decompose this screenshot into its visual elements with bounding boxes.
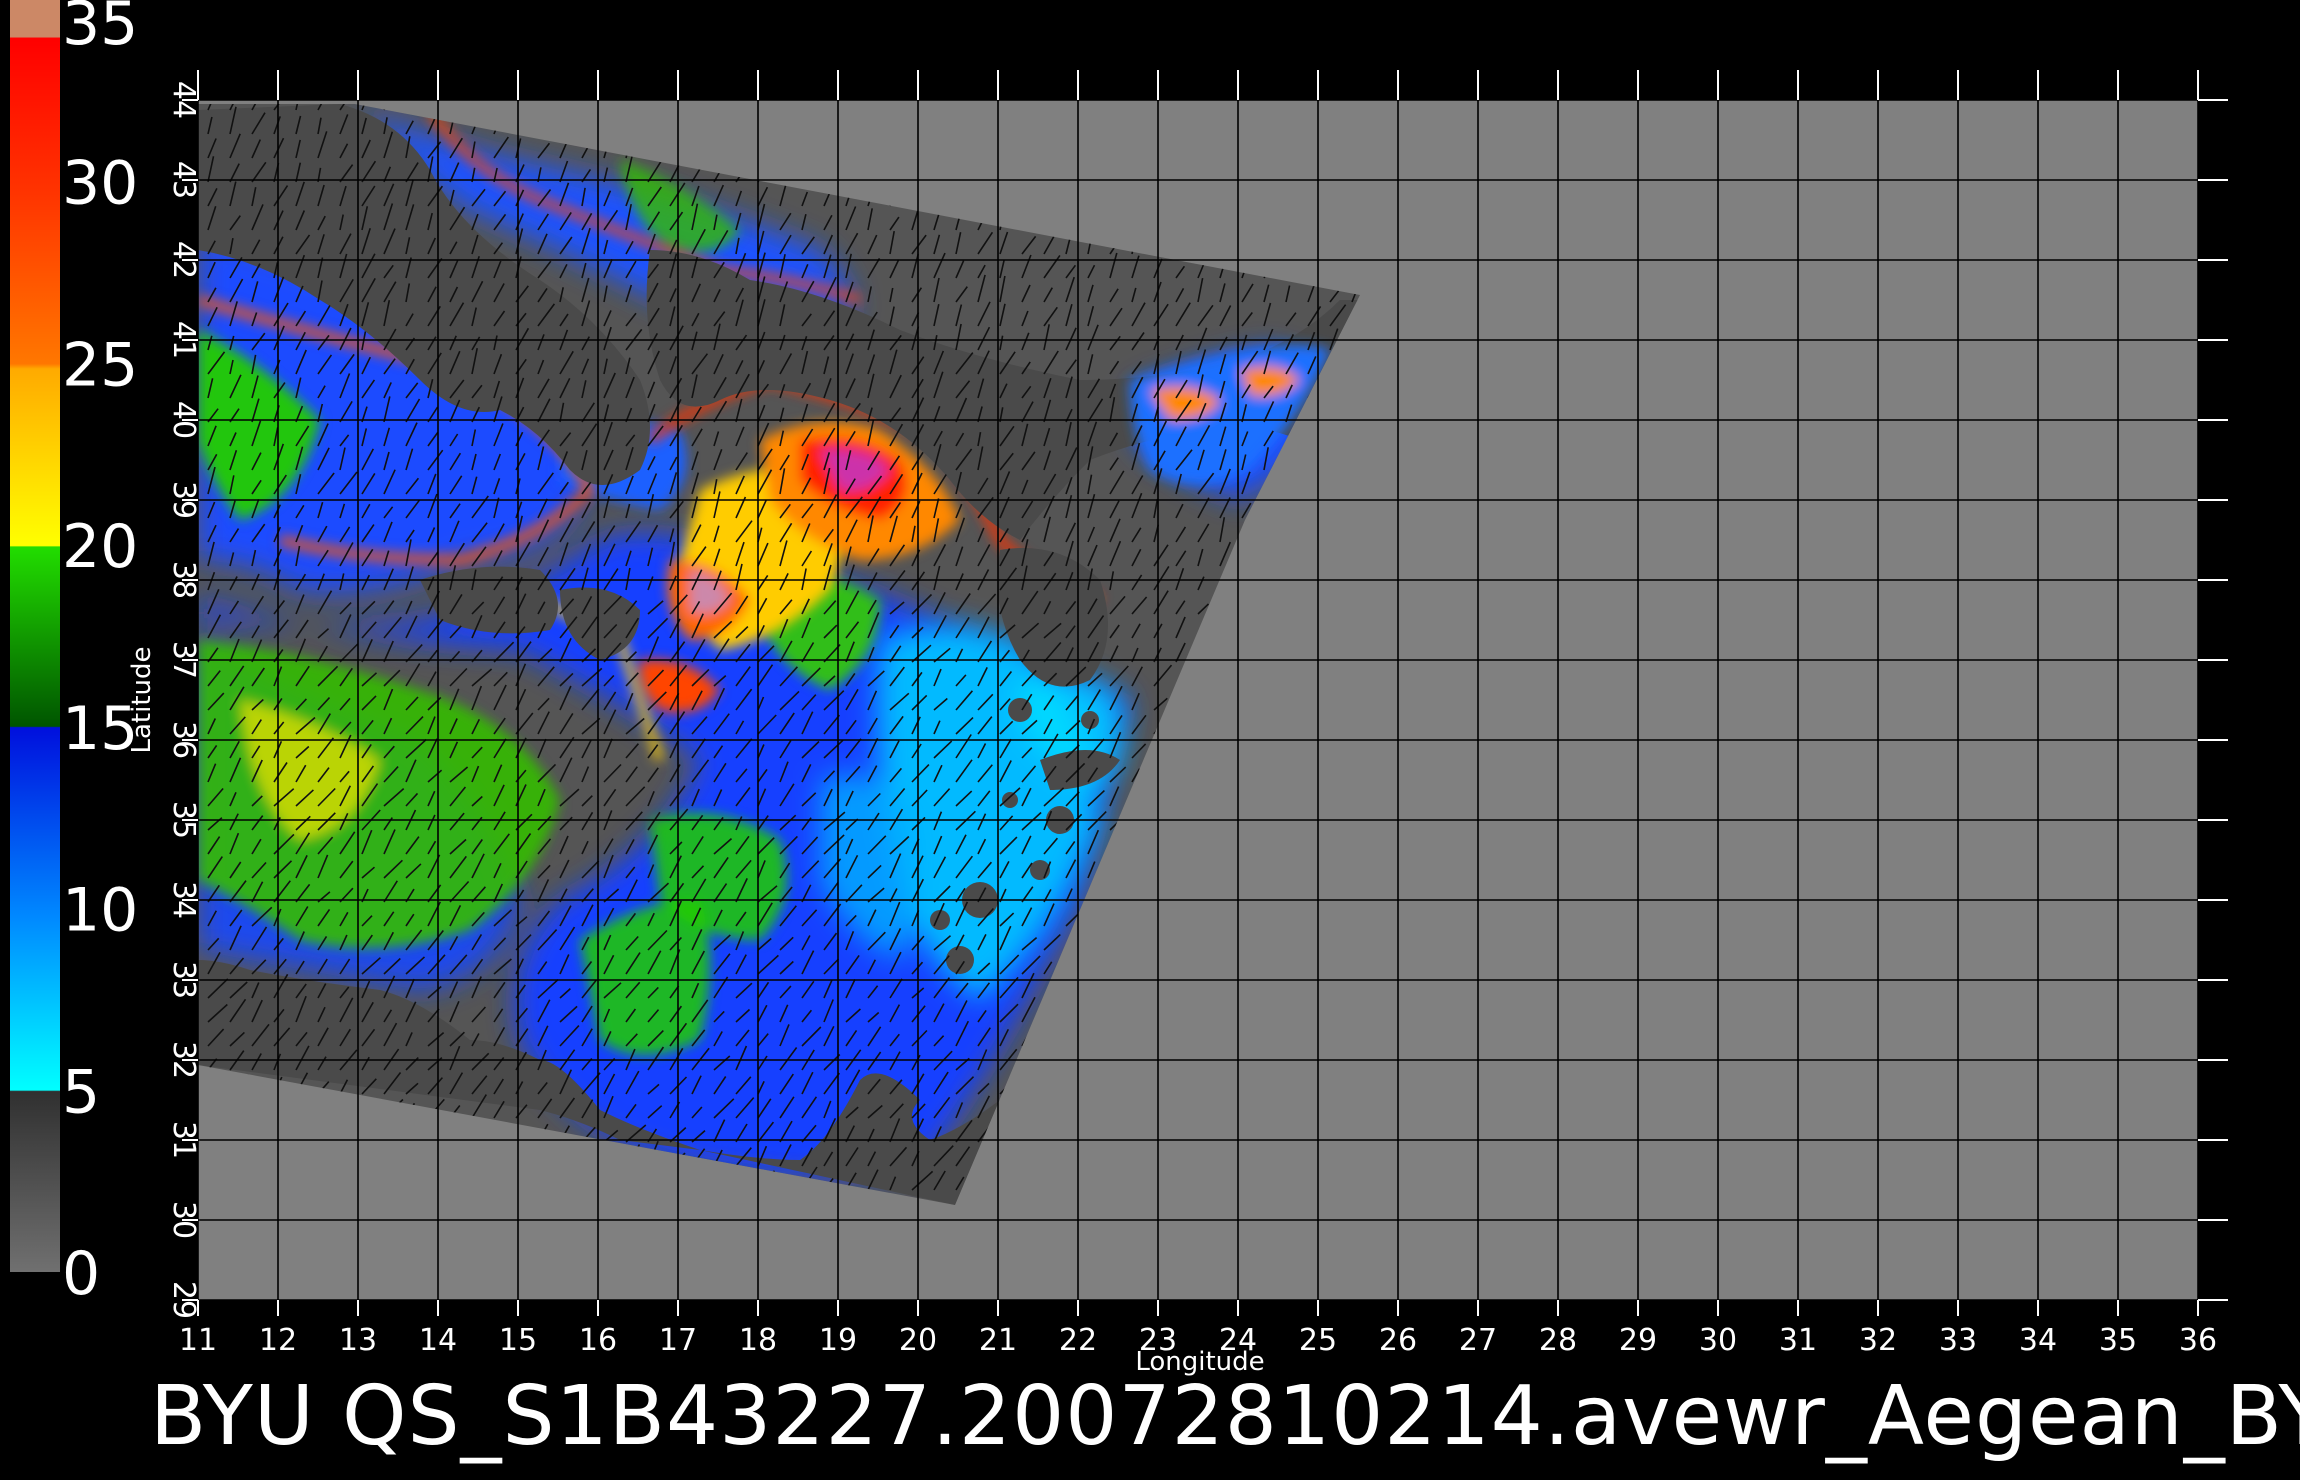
x-tick-label: 16 (579, 1323, 617, 1358)
y-axis-title: Latitude (127, 646, 157, 753)
y-axis: 29 30 31 32 33 34 35 36 37 38 39 40 41 42 43 44 (166, 81, 201, 1319)
colorbar: 05101520253035 (10, 0, 138, 1309)
x-tick-label: 36 (2179, 1323, 2217, 1358)
colorbar-tick-label: 0 (62, 1239, 100, 1309)
x-tick-label: 15 (499, 1323, 537, 1358)
y-tick-label: 35 (166, 801, 201, 839)
y-tick-label: 39 (166, 481, 201, 519)
x-tick-label: 17 (659, 1323, 697, 1358)
y-tick-label: 32 (166, 1041, 201, 1079)
x-tick-label: 21 (979, 1323, 1017, 1358)
y-tick-label: 29 (166, 1281, 201, 1319)
x-tick-label: 35 (2099, 1323, 2137, 1358)
x-tick-label: 22 (1059, 1323, 1097, 1358)
x-tick-label: 18 (739, 1323, 777, 1358)
y-tick-label: 38 (166, 561, 201, 599)
y-tick-label: 44 (166, 81, 201, 119)
x-tick-label: 32 (1859, 1323, 1897, 1358)
x-tick-label: 29 (1619, 1323, 1657, 1358)
x-tick-label: 13 (339, 1323, 377, 1358)
colorbar-tick-label: 10 (62, 876, 138, 946)
colorbar-tick-label: 5 (62, 1057, 100, 1127)
y-tick-label: 30 (166, 1201, 201, 1239)
y-tick-label: 43 (166, 161, 201, 199)
colorbar-tick-label: 35 (62, 0, 138, 59)
right-axis-ticks (2198, 99, 2228, 1301)
x-tick-label: 25 (1299, 1323, 1337, 1358)
y-tick-label: 37 (166, 641, 201, 679)
x-tick-label: 26 (1379, 1323, 1417, 1358)
colorbar-scale (10, 0, 60, 1272)
colorbar-tick-label: 30 (62, 149, 138, 219)
colorbar-tick-label: 20 (62, 512, 138, 582)
x-tick-label: 14 (419, 1323, 457, 1358)
y-tick-label: 31 (166, 1121, 201, 1159)
x-tick-label: 19 (819, 1323, 857, 1358)
y-tick-label: 41 (166, 321, 201, 359)
y-tick-label: 36 (166, 721, 201, 759)
y-tick-label: 34 (166, 881, 201, 919)
y-tick-label: 33 (166, 961, 201, 999)
x-tick-label: 30 (1699, 1323, 1737, 1358)
x-tick-label: 12 (259, 1323, 297, 1358)
x-tick-label: 33 (1939, 1323, 1977, 1358)
x-tick-label: 28 (1539, 1323, 1577, 1358)
x-tick-label: 11 (179, 1323, 217, 1358)
y-tick-label: 40 (166, 401, 201, 439)
x-tick-label: 31 (1779, 1323, 1817, 1358)
y-tick-label: 42 (166, 241, 201, 279)
wind-map-figure: 0 5 10 15 20 25 30 35 11 12 13 14 15 16 17 18 1… (10, 0, 2228, 1377)
colorbar-tick-label: 25 (62, 330, 138, 400)
x-tick-label: 27 (1459, 1323, 1497, 1358)
figure-caption: BYU QS_S1B43227.20072810214.avewr_Aegean… (150, 1369, 2300, 1464)
x-tick-label: 34 (2019, 1323, 2057, 1358)
x-tick-label: 20 (899, 1323, 937, 1358)
map-plot (197, 99, 2199, 1301)
